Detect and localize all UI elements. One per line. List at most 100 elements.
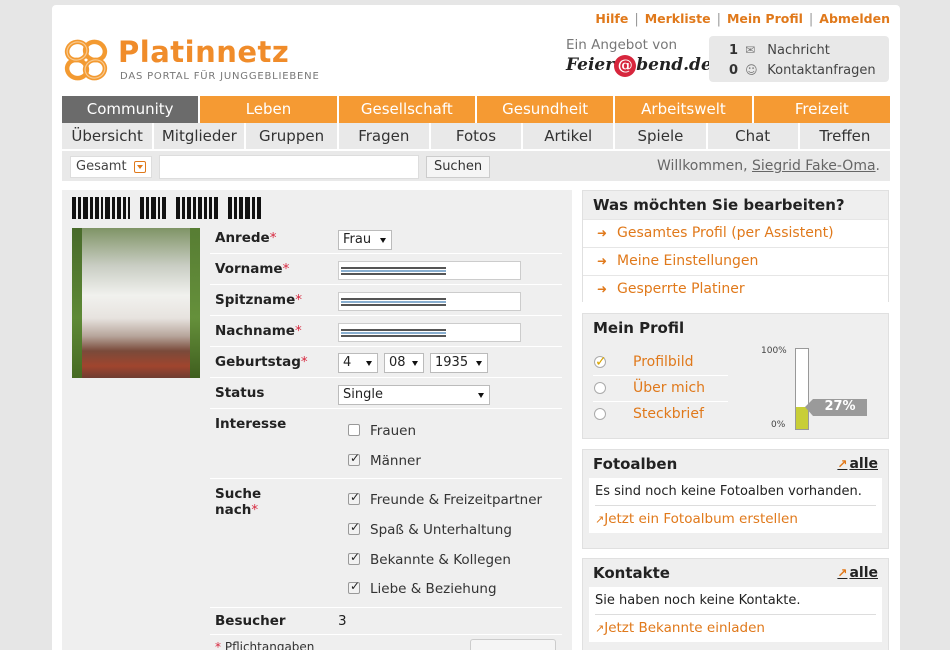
subnav-spiele[interactable]: Spiele [615, 123, 708, 149]
tab-leben[interactable]: Leben [200, 96, 339, 123]
anrede-label: Anrede [215, 230, 270, 246]
edit-full-profile-link[interactable]: ➜ Gesamtes Profil (per Assistent) [583, 219, 888, 247]
vorname-label: Vorname [215, 261, 283, 277]
invite-contacts-link[interactable]: ↗Jetzt Bekannte einladen [595, 615, 876, 636]
status-select[interactable]: Single [338, 385, 490, 405]
profile-item-picture[interactable]: Profilbild [593, 350, 728, 376]
sub-navigation: Übersicht Mitglieder Gruppen Fragen Foto… [62, 123, 890, 150]
radio-empty-icon [594, 408, 606, 420]
profile-completion-percent: 27% [805, 399, 867, 416]
my-profile-link[interactable]: Mein Profil [727, 11, 803, 26]
birthday-day-select[interactable]: 4 [338, 353, 378, 373]
contacts-count: 0 [729, 63, 739, 78]
subnav-uebersicht[interactable]: Übersicht [62, 123, 155, 149]
nachname-label: Nachname [215, 323, 295, 339]
row-mandatory: * Pflichtangaben [210, 635, 562, 650]
search-input[interactable] [159, 155, 419, 179]
checkbox-liebe[interactable] [348, 579, 360, 594]
profile-item-steckbrief[interactable]: Steckbrief [593, 402, 728, 428]
tab-gesellschaft[interactable]: Gesellschaft [338, 96, 477, 123]
birthday-year-select[interactable]: 1935 [430, 353, 488, 373]
besucher-label: Besucher [215, 613, 286, 629]
checkbox-freunde[interactable] [348, 490, 360, 505]
subnav-artikel[interactable]: Artikel [523, 123, 616, 149]
arrow-right-icon: ➜ [597, 226, 608, 240]
logo-name: Platinnetz [118, 35, 290, 69]
messages-count: 1 [729, 43, 739, 58]
contacts-all-link[interactable]: ↗ alle [837, 565, 878, 581]
notification-box: 1 ✉ Nachricht 0 ☺ Kontaktanfragen [709, 36, 889, 82]
subnav-fragen[interactable]: Fragen [339, 123, 431, 149]
search-scope-value: Gesamt [76, 159, 127, 174]
row-besucher: Besucher 3 [210, 608, 562, 635]
row-vorname: Vorname* [210, 254, 562, 285]
checkbox-spass[interactable] [348, 520, 360, 535]
redacted-name-bar [72, 197, 263, 219]
envelope-icon: ✉ [745, 43, 756, 57]
contact-requests-link[interactable]: 0 ☺ Kontaktanfragen [729, 60, 889, 80]
search-option-liebe[interactable]: Liebe & Beziehung [348, 579, 497, 597]
birthday-month-select[interactable]: 08 [384, 353, 424, 373]
help-link[interactable]: Hilfe [595, 11, 628, 26]
search-bar: Gesamt Suchen Willkommen, Siegrid Fake-O… [62, 151, 890, 181]
save-button[interactable] [470, 639, 556, 650]
nachname-input[interactable] [338, 323, 521, 342]
search-option-bekannte[interactable]: Bekannte & Kollegen [348, 550, 511, 568]
profile-photo[interactable] [72, 228, 200, 378]
subnav-fotos[interactable]: Fotos [431, 123, 524, 149]
watchlist-link[interactable]: Merkliste [645, 11, 711, 26]
arrow-up-right-icon: ↗ [837, 566, 848, 580]
search-button[interactable]: Suchen [426, 156, 490, 178]
blocked-users-link[interactable]: ➜ Gesperrte Platiner [583, 275, 888, 303]
profile-form: Anrede* Frau Vorname* Spitzname* Nachnam… [210, 223, 562, 650]
subnav-mitglieder[interactable]: Mitglieder [154, 123, 247, 149]
search-option-freunde[interactable]: Freunde & Freizeitpartner [348, 490, 542, 508]
messages-label: Nachricht [767, 43, 830, 58]
subnav-chat[interactable]: Chat [708, 123, 800, 149]
tab-arbeitswelt[interactable]: Arbeitswelt [615, 96, 754, 123]
geburtstag-label: Geburtstag [215, 354, 301, 370]
row-nachname: Nachname* [210, 316, 562, 347]
subnav-treffen[interactable]: Treffen [800, 123, 890, 149]
search-option-spass[interactable]: Spaß & Unterhaltung [348, 520, 512, 538]
radio-empty-icon [594, 382, 606, 394]
create-album-link[interactable]: ↗Jetzt ein Fotoalbum erstellen [595, 506, 876, 527]
profile-item-about[interactable]: Über mich [593, 376, 728, 402]
row-anrede: Anrede* Frau [210, 223, 562, 254]
edit-box-title: Was möchten Sie bearbeiten? [593, 196, 845, 214]
check-done-icon [594, 350, 607, 374]
spitzname-input[interactable] [338, 292, 521, 311]
chevron-down-icon [134, 161, 146, 173]
interest-option-maenner[interactable]: Männer [348, 451, 421, 469]
main-navigation: Community Leben Gesellschaft Gesundheit … [62, 96, 890, 123]
top-links: Hilfe | Merkliste | Mein Profil | Abmelden [595, 11, 890, 27]
search-scope-select[interactable]: Gesamt [70, 156, 152, 178]
tab-gesundheit[interactable]: Gesundheit [476, 96, 616, 123]
tab-community[interactable]: Community [62, 96, 201, 123]
profile-edit-panel: Anrede* Frau Vorname* Spitzname* Nachnam… [62, 190, 572, 650]
contacts-label: Kontaktanfragen [767, 63, 876, 78]
my-profile-box: Mein Profil Profilbild Über mich Steckbr… [582, 313, 889, 439]
contacts-box: Kontakte ↗ alle Sie haben noch keine Kont… [582, 558, 889, 650]
offer-label: Ein Angebot von [566, 37, 678, 53]
checkbox-frauen[interactable] [348, 424, 360, 436]
subnav-gruppen[interactable]: Gruppen [246, 123, 339, 149]
gauge-max-label: 100% [761, 346, 787, 356]
partner-offer[interactable]: Ein Angebot von Feier @ bend.de [566, 35, 712, 85]
checkbox-maenner[interactable] [348, 451, 360, 466]
tab-freizeit[interactable]: Freizeit [753, 96, 890, 123]
anrede-select[interactable]: Frau [338, 230, 392, 250]
vorname-input[interactable] [338, 261, 521, 280]
photo-albums-all-link[interactable]: ↗ alle [837, 456, 878, 472]
site-logo[interactable]: Platinnetz DAS PORTAL FÜR JUNGGEBLIEBENE [62, 35, 352, 85]
checkbox-bekannte[interactable] [348, 550, 360, 565]
page: Hilfe | Merkliste | Mein Profil | Abmelden Pla… [52, 5, 900, 650]
logout-link[interactable]: Abmelden [819, 11, 890, 26]
arrow-up-right-icon: ↗ [595, 513, 605, 526]
interest-option-frauen[interactable]: Frauen [348, 423, 416, 439]
spitzname-label: Spitzname [215, 292, 296, 308]
user-name-link[interactable]: Siegrid Fake-Oma [752, 158, 876, 174]
messages-link[interactable]: 1 ✉ Nachricht [729, 40, 889, 60]
welcome-message: Willkommen, Siegrid Fake-Oma. [656, 158, 880, 174]
edit-settings-link[interactable]: ➜ Meine Einstellungen [583, 247, 888, 275]
